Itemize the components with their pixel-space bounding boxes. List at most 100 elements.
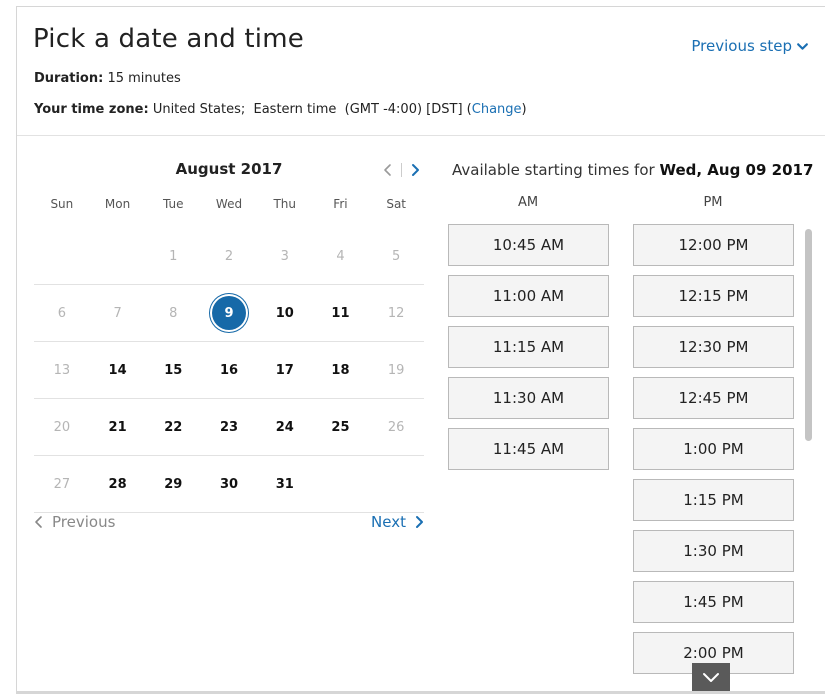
calendar-day-number: 31 [275,476,294,492]
calendar-day[interactable]: 29 [145,456,201,512]
chevron-down-icon [703,673,719,682]
previous-label: Previous [52,513,116,531]
day-of-week-label: Wed [215,197,243,211]
calendar-day-number: 9 [212,296,247,330]
previous-month-button[interactable] [379,161,397,179]
calendar-day-number: 24 [275,419,294,435]
calendar-day [368,456,424,512]
chevron-down-icon [797,42,808,50]
calendar-day-number: 5 [392,248,401,264]
calendar-day[interactable]: 17 [257,342,313,398]
calendar-day-number: 2 [224,248,234,264]
time-slot-button[interactable]: 11:15 AM [448,326,609,368]
time-slot-button[interactable]: 12:15 PM [633,275,794,317]
calendar-day-selected[interactable]: 9 [201,285,257,341]
calendar-day: 1 [145,228,201,284]
calendar-day-number: 27 [53,476,71,492]
bottom-border [17,691,825,693]
calendar-day: 7 [90,285,146,341]
day-of-week-header: Sun Mon Tue Wed Thu Fri Sat [34,197,424,211]
calendar-month-nav [379,161,424,179]
time-slot-button[interactable]: 1:15 PM [633,479,794,521]
calendar-day[interactable]: 30 [201,456,257,512]
calendar-day-number: 14 [108,362,127,378]
calendar-day[interactable]: 31 [257,456,313,512]
timezone-line: Your time zone: United States; Eastern t… [34,102,527,117]
calendar-day: 8 [145,285,201,341]
calendar-week-row: 20 21 22 23 24 25 26 [34,399,424,456]
time-slot-button[interactable]: 1:45 PM [633,581,794,623]
timezone-label: Your time zone: [34,102,149,117]
next-month-button[interactable] [406,161,424,179]
calendar-week-row: 1 2 3 4 5 [34,228,424,285]
time-slot-button[interactable]: 12:00 PM [633,224,794,266]
calendar-day-number: 17 [275,362,294,378]
chevron-right-icon [412,164,419,176]
calendar-day[interactable]: 21 [90,399,146,455]
calendar-day-number: 13 [53,362,71,378]
calendar-day-number: 19 [387,362,405,378]
calendar-day-number: 23 [219,419,239,435]
calendar-day-number: 4 [336,248,345,264]
times-heading-prefix: Available starting times for [452,161,655,179]
calendar-day[interactable]: 28 [90,456,146,512]
pm-slot-column: 12:00 PM 12:15 PM 12:30 PM 12:45 PM 1:00 PM 1… [633,224,794,683]
time-slot-button[interactable]: 11:30 AM [448,377,609,419]
time-slot-button[interactable]: 12:30 PM [633,326,794,368]
calendar-day [313,456,369,512]
calendar-day[interactable]: 25 [313,399,369,455]
calendar-day [90,228,146,284]
calendar-day[interactable]: 16 [201,342,257,398]
calendar-day[interactable]: 24 [257,399,313,455]
calendar-day-number: 10 [275,305,294,321]
previous-step-link[interactable]: Previous step [691,37,809,55]
chevron-left-icon [384,164,391,176]
change-timezone-link[interactable]: Change [472,102,522,117]
calendar-day[interactable]: 23 [201,399,257,455]
pm-column-label: PM [703,195,723,210]
time-slot-button[interactable]: 11:45 AM [448,428,609,470]
am-slot-column: 10:45 AM 11:00 AM 11:15 AM 11:30 AM 11:45 AM [448,224,609,479]
calendar-day-number: 16 [219,362,239,378]
calendar-day: 26 [368,399,424,455]
scrollbar-thumb[interactable] [805,229,812,441]
calendar-day[interactable]: 22 [145,399,201,455]
calendar-day: 4 [313,228,369,284]
time-slot-button[interactable]: 11:00 AM [448,275,609,317]
calendar-day: 20 [34,399,90,455]
time-slot-button[interactable]: 10:45 AM [448,224,609,266]
calendar-day: 2 [201,228,257,284]
next-label: Next [371,513,406,531]
calendar-day[interactable]: 10 [257,285,313,341]
calendar-day-number: 21 [108,419,127,435]
calendar-day: 27 [34,456,90,512]
previous-week-button[interactable]: Previous [34,513,115,531]
calendar-day[interactable]: 11 [313,285,369,341]
day-of-week-label: Mon [104,197,131,211]
month-nav-divider [401,163,402,177]
calendar-day[interactable]: 14 [90,342,146,398]
calendar-week-row: 27 28 29 30 31 [34,456,424,513]
time-slot-button[interactable]: 12:45 PM [633,377,794,419]
calendar-day-number: 15 [164,362,183,378]
day-of-week-label: Tue [163,197,184,211]
calendar-day: 6 [34,285,90,341]
time-slot-button[interactable]: 1:30 PM [633,530,794,572]
calendar-day: 12 [368,285,424,341]
scroll-down-button[interactable] [692,663,730,693]
page-title: Pick a date and time [33,24,304,54]
duration-value: 15 minutes [107,71,181,86]
next-week-button[interactable]: Next [371,513,424,531]
timezone-value: United States; Eastern time (GMT -4:00) … [152,102,463,117]
calendar-week-row: 13 14 15 16 17 18 19 [34,342,424,399]
calendar-day-number: 7 [113,305,122,321]
calendar-day-number: 1 [169,248,178,264]
calendar-day[interactable]: 15 [145,342,201,398]
calendar-day[interactable]: 18 [313,342,369,398]
calendar-month-title: August 2017 [175,160,283,178]
time-slot-button[interactable]: 1:00 PM [633,428,794,470]
calendar-day-number: 8 [169,305,178,321]
calendar-day-number: 20 [53,419,71,435]
calendar-day-number: 22 [164,419,183,435]
scheduler-panel: Pick a date and time Previous step Durat… [16,6,825,694]
